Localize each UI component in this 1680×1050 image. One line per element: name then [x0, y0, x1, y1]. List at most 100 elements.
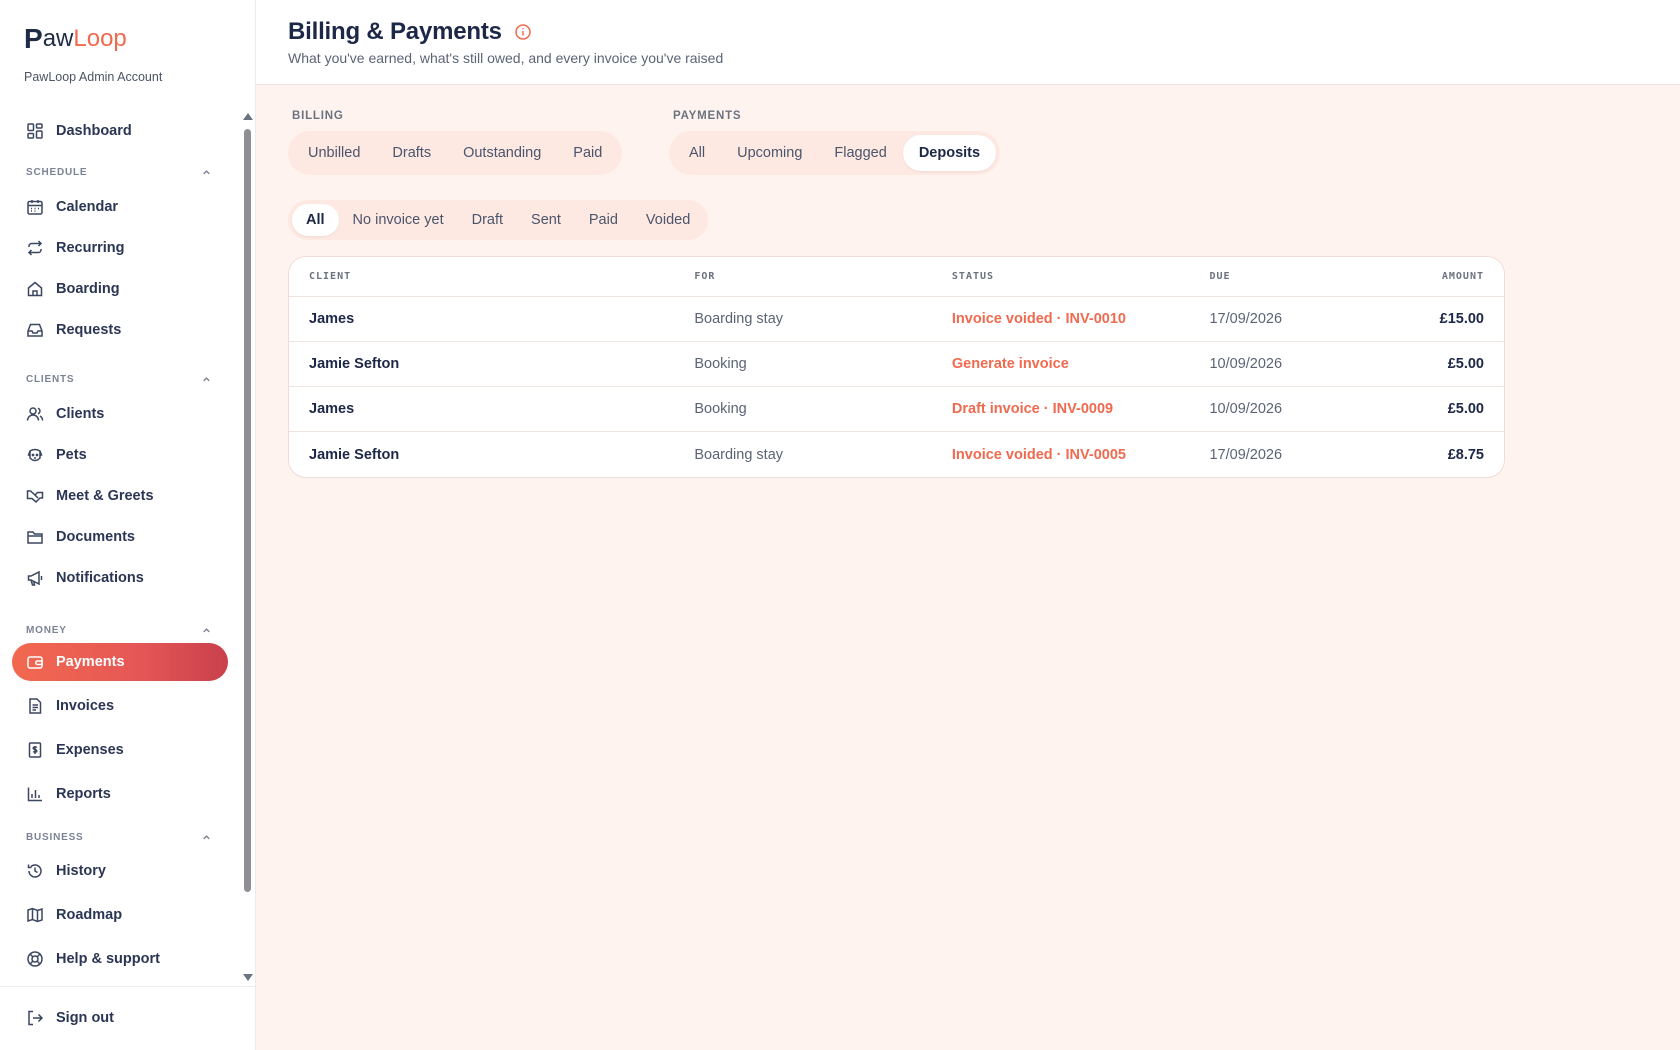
filter-no-invoice-yet[interactable]: No invoice yet	[339, 204, 458, 236]
sidebar-item-label: Notifications	[56, 570, 144, 586]
account-name: PawLoop Admin Account	[24, 70, 163, 84]
sidebar-item-label: Help & support	[56, 951, 160, 967]
sidebar-item-label: Dashboard	[56, 123, 132, 139]
table-header: CLIENT FOR STATUS DUE AMOUNT	[289, 257, 1504, 297]
sidebar-item-dashboard[interactable]: Dashboard	[12, 112, 228, 150]
sidebar-item-label: Payments	[56, 654, 125, 670]
column-header-client[interactable]: CLIENT	[289, 271, 694, 282]
sidebar-item-roadmap[interactable]: Roadmap	[12, 896, 228, 934]
section-label: MONEY	[26, 625, 67, 636]
tab-outstanding[interactable]: Outstanding	[447, 135, 557, 171]
filter-draft[interactable]: Draft	[458, 204, 517, 236]
sidebar-item-recurring[interactable]: Recurring	[12, 229, 228, 267]
sign-out-button[interactable]: Sign out	[12, 999, 228, 1037]
cell-due: 10/09/2026	[1209, 401, 1283, 417]
payments-tabs: All Upcoming Flagged Deposits	[669, 131, 1001, 175]
column-header-due[interactable]: DUE	[1209, 271, 1409, 282]
sidebar-item-pets[interactable]: Pets	[12, 436, 228, 474]
title-row: Billing & Payments	[288, 18, 532, 46]
dashboard-icon	[27, 123, 43, 139]
home-icon	[27, 281, 43, 297]
receipt-dollar-icon	[28, 742, 42, 758]
sidebar-item-calendar[interactable]: Calendar	[12, 188, 228, 226]
table-row[interactable]: James Boarding stay Invoice voided · INV…	[289, 297, 1504, 342]
cell-amount: £15.00	[1439, 311, 1484, 327]
cell-for: Boarding stay	[694, 311, 784, 327]
sidebar-item-history[interactable]: History	[12, 852, 228, 890]
chevron-up-icon	[203, 835, 210, 840]
cell-client: James	[309, 311, 355, 327]
scroll-thumb[interactable]	[244, 129, 251, 892]
handshake-icon	[26, 490, 44, 504]
sidebar-scrollbar[interactable]	[242, 113, 253, 983]
info-icon[interactable]	[514, 23, 532, 41]
tab-payments-all[interactable]: All	[673, 135, 721, 171]
section-schedule[interactable]: SCHEDULE	[26, 167, 212, 178]
page-header: Billing & Payments What you've earned, w…	[256, 0, 1680, 85]
section-business[interactable]: BUSINESS	[26, 832, 212, 843]
sidebar-item-expenses[interactable]: Expenses	[12, 731, 228, 769]
section-clients[interactable]: CLIENTS	[26, 374, 212, 385]
section-money[interactable]: MONEY	[26, 625, 212, 636]
payments-group-label: PAYMENTS	[673, 110, 742, 122]
table-row[interactable]: Jamie Sefton Boarding stay Invoice voide…	[289, 432, 1504, 477]
cell-status-link[interactable]: Invoice voided · INV-0005	[952, 447, 1210, 463]
column-header-status[interactable]: STATUS	[952, 271, 1210, 282]
section-label: BUSINESS	[26, 832, 84, 843]
tab-upcoming[interactable]: Upcoming	[721, 135, 818, 171]
cell-for: Boarding stay	[694, 446, 784, 463]
cell-due: 17/09/2026	[1209, 446, 1283, 463]
brand-logo[interactable]: Paw Loop	[24, 24, 127, 54]
page-subtitle: What you've earned, what's still owed, a…	[288, 50, 724, 66]
cell-client: James	[309, 401, 355, 417]
sign-out-label: Sign out	[56, 1010, 114, 1026]
sidebar-item-invoices[interactable]: Invoices	[12, 687, 228, 725]
tab-flagged[interactable]: Flagged	[818, 135, 902, 171]
logo-p: P	[24, 23, 43, 54]
sidebar-item-meet-greets[interactable]: Meet & Greets	[12, 477, 228, 515]
cell-for: Booking	[694, 356, 747, 372]
cell-client: Jamie Sefton	[309, 446, 400, 463]
sidebar-item-boarding[interactable]: Boarding	[12, 270, 228, 308]
cell-status-link[interactable]: Generate invoice	[952, 356, 1210, 372]
sidebar-item-reports[interactable]: Reports	[12, 775, 228, 813]
deposits-table: CLIENT FOR STATUS DUE AMOUNT James Board…	[288, 256, 1505, 478]
log-out-icon	[28, 1010, 44, 1026]
column-header-amount[interactable]: AMOUNT	[1409, 271, 1504, 282]
chevron-up-icon	[203, 628, 210, 633]
cell-due: 10/09/2026	[1209, 356, 1283, 372]
sidebar-item-payments[interactable]: Payments	[12, 643, 228, 681]
filter-all[interactable]: All	[292, 204, 339, 236]
page-title: Billing & Payments	[288, 18, 502, 45]
filter-voided[interactable]: Voided	[632, 204, 704, 236]
tab-paid[interactable]: Paid	[557, 135, 618, 171]
table-row[interactable]: James Booking Draft invoice · INV-0009 1…	[289, 387, 1504, 432]
tab-unbilled[interactable]: Unbilled	[292, 135, 376, 171]
filter-paid[interactable]: Paid	[575, 204, 632, 236]
cell-amount: £5.00	[1447, 401, 1484, 417]
map-icon	[27, 907, 43, 923]
dog-icon	[27, 448, 43, 462]
table-row[interactable]: Jamie Sefton Booking Generate invoice 10…	[289, 342, 1504, 387]
sidebar-item-label: Meet & Greets	[56, 488, 154, 504]
section-label: SCHEDULE	[26, 167, 88, 178]
section-label: CLIENTS	[26, 374, 75, 385]
scroll-down-arrow-icon[interactable]	[243, 974, 253, 981]
cell-status-link[interactable]: Invoice voided · INV-0010	[952, 311, 1210, 327]
filter-sent[interactable]: Sent	[517, 204, 575, 236]
sidebar-item-requests[interactable]: Requests	[12, 311, 228, 349]
sidebar: Paw Loop PawLoop Admin Account Dashboard …	[0, 0, 256, 1050]
lifebuoy-icon	[27, 951, 43, 967]
tab-deposits[interactable]: Deposits	[902, 135, 997, 171]
sidebar-item-clients[interactable]: Clients	[12, 395, 228, 433]
sidebar-item-label: Roadmap	[56, 907, 123, 923]
sidebar-item-documents[interactable]: Documents	[12, 518, 228, 556]
sidebar-item-label: History	[56, 863, 106, 879]
sidebar-item-notifications[interactable]: Notifications	[12, 559, 228, 597]
billing-tabs: Unbilled Drafts Outstanding Paid	[288, 131, 623, 175]
column-header-for[interactable]: FOR	[694, 271, 952, 282]
tab-drafts[interactable]: Drafts	[376, 135, 447, 171]
sidebar-item-help-support[interactable]: Help & support	[12, 940, 228, 978]
cell-status-link[interactable]: Draft invoice · INV-0009	[952, 401, 1210, 417]
scroll-up-arrow-icon[interactable]	[243, 113, 253, 120]
